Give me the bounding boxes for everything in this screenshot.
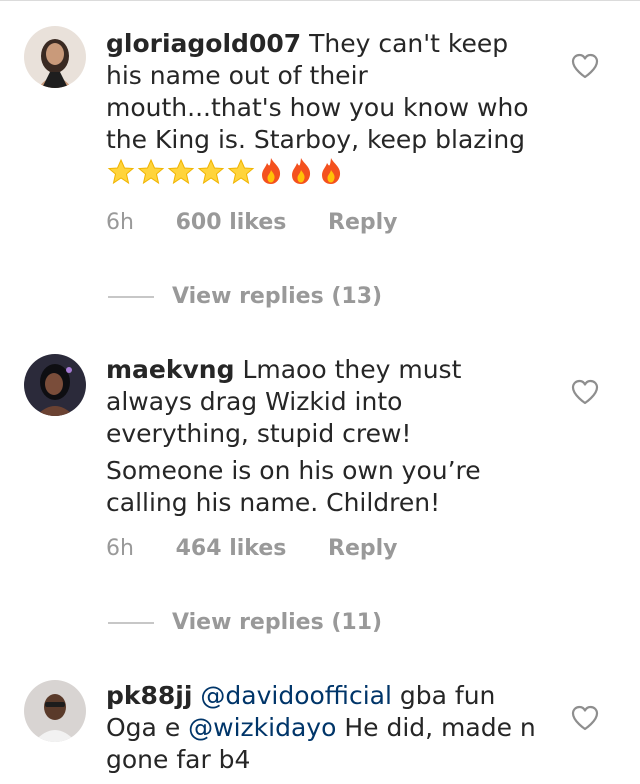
mention-link[interactable]: @wizkidayo — [188, 713, 336, 742]
reply-button[interactable]: Reply — [328, 536, 398, 561]
avatar[interactable] — [24, 680, 86, 742]
comment-body: maekvng Lmaoo they must always drag Wizk… — [106, 354, 546, 450]
top-divider — [0, 0, 640, 1]
fire-icon — [256, 156, 286, 194]
fire-icon — [316, 156, 346, 194]
avatar[interactable] — [24, 354, 86, 416]
comment-body: pk88jj @davidoofficial gba fun Oga e @wi… — [106, 680, 546, 776]
replies-divider — [108, 296, 154, 298]
likes-count[interactable]: 600 likes — [176, 210, 287, 235]
avatar[interactable] — [24, 26, 86, 88]
glowing-star-icon — [196, 158, 226, 194]
comment-meta: 6h 600 likes Reply — [106, 210, 398, 235]
comment-time: 6h — [106, 536, 134, 561]
comment-time: 6h — [106, 210, 134, 235]
comment-username[interactable]: pk88jj — [106, 681, 192, 710]
comment-text-line2: Someone is on his own you’re calling his… — [106, 456, 481, 517]
comment-text-continued: Someone is on his own you’re calling his… — [106, 455, 546, 519]
comment-username[interactable]: maekvng — [106, 355, 235, 384]
like-heart-icon[interactable] — [570, 378, 600, 406]
view-replies-label: View replies (11) — [172, 610, 383, 635]
fire-icon — [286, 156, 316, 194]
glowing-star-icon — [136, 158, 166, 194]
comment-username[interactable]: gloriagold007 — [106, 29, 301, 58]
like-heart-icon[interactable] — [570, 52, 600, 80]
comment-body: gloriagold007 They can't keep his name o… — [106, 28, 546, 194]
emoji-row — [106, 158, 346, 189]
view-replies-button[interactable]: View replies (13) — [108, 284, 382, 309]
reply-button[interactable]: Reply — [328, 210, 398, 235]
glowing-star-icon — [106, 158, 136, 194]
view-replies-button[interactable]: View replies (11) — [108, 610, 382, 635]
comment-meta: 6h 464 likes Reply — [106, 536, 398, 561]
like-heart-icon[interactable] — [570, 704, 600, 732]
likes-count[interactable]: 464 likes — [176, 536, 287, 561]
replies-divider — [108, 622, 154, 624]
view-replies-label: View replies (13) — [172, 284, 383, 309]
glowing-star-icon — [166, 158, 196, 194]
mention-link[interactable]: @davidoofficial — [200, 681, 392, 710]
glowing-star-icon — [226, 158, 256, 194]
